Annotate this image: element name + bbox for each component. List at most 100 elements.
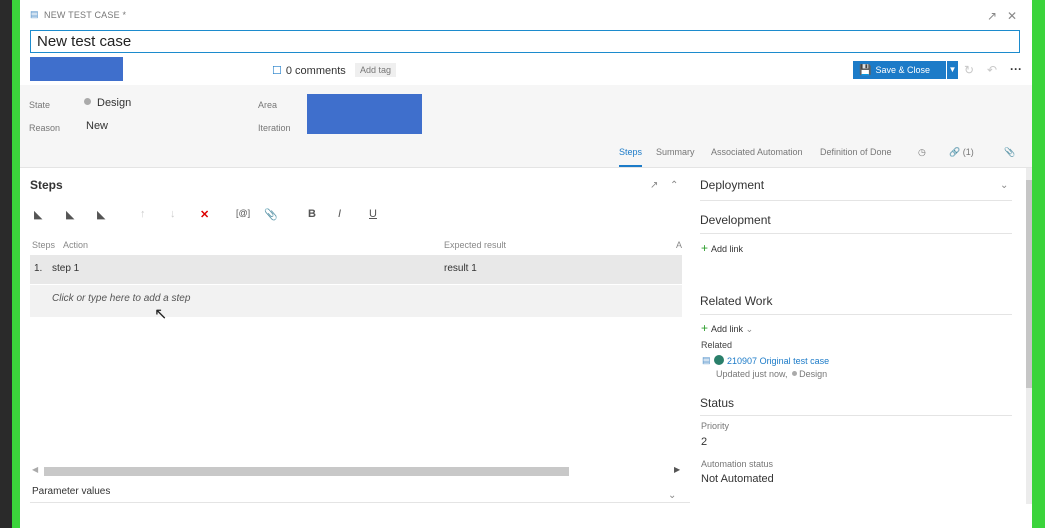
step-action[interactable]: step 1 xyxy=(52,263,79,274)
parameter-expand-icon[interactable]: ⌄ xyxy=(668,490,676,501)
tab-associated-automation[interactable]: Associated Automation xyxy=(711,145,803,165)
insert-shared-step-icon[interactable]: ◣ xyxy=(66,208,74,221)
scrollbar-thumb[interactable] xyxy=(44,467,569,476)
col-expected-result: Expected result xyxy=(444,240,507,250)
comment-icon: ☐ xyxy=(272,65,282,77)
related-label: Related xyxy=(701,340,733,350)
insert-step-icon[interactable]: ◣ xyxy=(34,208,42,221)
collapse-icon[interactable]: ⌃ xyxy=(670,180,678,191)
right-vertical-scrollbar[interactable] xyxy=(1026,168,1032,504)
avatar xyxy=(714,355,724,365)
create-shared-step-icon[interactable]: ◣ xyxy=(97,208,105,221)
add-step-row[interactable]: Click or type here to add a step xyxy=(30,285,682,317)
add-tag-button[interactable]: Add tag xyxy=(355,63,397,77)
add-link-label: Add link xyxy=(711,244,744,254)
more-actions-button[interactable]: ··· xyxy=(1008,61,1024,77)
related-item-id: 210907 xyxy=(727,356,758,366)
state-field[interactable]: Design xyxy=(84,97,131,109)
underline-icon[interactable]: U xyxy=(369,208,377,220)
attachment-icon[interactable]: 📎 xyxy=(264,208,278,221)
redacted-area-iteration[interactable] xyxy=(307,94,422,134)
save-close-button[interactable]: 💾 Save & Close xyxy=(853,61,946,79)
development-add-link[interactable]: + Add link xyxy=(701,241,743,255)
tab-steps[interactable]: Steps xyxy=(619,145,643,167)
state-dot-icon xyxy=(84,98,91,105)
reason-label: Reason xyxy=(29,123,61,133)
insert-parameter-icon[interactable]: [@] xyxy=(236,208,250,218)
parameter-values-title[interactable]: Parameter values xyxy=(32,486,110,497)
related-add-link[interactable]: + Add link ⌄ xyxy=(701,321,753,335)
comments-link[interactable]: ☐ 0 comments xyxy=(272,64,346,77)
tab-history-icon[interactable]: ◷ xyxy=(918,145,926,165)
priority-field[interactable]: 2 xyxy=(701,436,707,448)
undo-icon[interactable]: ↶ xyxy=(984,62,1000,78)
save-close-label: Save & Close xyxy=(875,65,930,75)
deployment-title[interactable]: Deployment xyxy=(700,178,764,192)
move-up-icon[interactable]: ↑ xyxy=(140,208,146,220)
test-case-icon: ▤ xyxy=(702,355,711,365)
italic-icon[interactable]: I xyxy=(338,208,341,220)
add-step-placeholder[interactable]: Click or type here to add a step xyxy=(52,293,190,304)
divider xyxy=(700,233,1012,234)
automation-status-label: Automation status xyxy=(701,459,774,469)
refresh-icon[interactable]: ↻ xyxy=(961,62,977,78)
state-label: State xyxy=(29,100,51,110)
scroll-left-icon[interactable]: ◀ xyxy=(32,465,38,474)
dialog-title: NEW TEST CASE * xyxy=(44,10,127,20)
table-row[interactable]: 1. step 1 result 1 xyxy=(30,255,682,284)
left-background-frame xyxy=(0,0,20,528)
links-count: (1) xyxy=(962,147,974,157)
related-item-title: Original test case xyxy=(759,356,830,366)
divider xyxy=(700,200,1012,201)
related-item-updated: Updated just now, xyxy=(716,369,788,379)
move-down-icon[interactable]: ↓ xyxy=(170,208,176,220)
related-item-meta: Updated just now, Design xyxy=(716,369,827,379)
scrollbar-thumb[interactable] xyxy=(1026,180,1032,388)
col-attachments: A xyxy=(676,240,683,250)
redacted-assignee[interactable] xyxy=(30,57,123,81)
col-action: Action xyxy=(63,240,89,250)
related-work-title: Related Work xyxy=(700,294,773,308)
step-number: 1. xyxy=(34,263,43,274)
right-background-frame xyxy=(1032,0,1045,528)
scroll-right-icon[interactable]: ▶ xyxy=(674,465,680,474)
plus-icon: + xyxy=(701,321,709,335)
divider xyxy=(700,314,1012,315)
steps-title: Steps xyxy=(30,178,63,192)
tab-summary[interactable]: Summary xyxy=(656,145,695,165)
work-item-title-input[interactable]: New test case xyxy=(30,30,1020,53)
delete-step-icon[interactable]: ✕ xyxy=(200,208,209,221)
plus-icon: + xyxy=(701,241,709,255)
work-item-dialog: ▤ NEW TEST CASE * ↗ ✕ New test case ☐ 0 c… xyxy=(20,0,1032,528)
steps-horizontal-scrollbar[interactable]: ◀ ▶ xyxy=(32,465,684,477)
state-dot-icon xyxy=(792,371,798,376)
expand-icon[interactable]: ↗ xyxy=(650,180,658,191)
restore-icon[interactable]: ↗ xyxy=(984,8,1000,24)
state-value: Design xyxy=(97,97,132,109)
title-bar: ▤ NEW TEST CASE * ↗ ✕ xyxy=(20,0,1032,30)
area-label: Area xyxy=(258,100,278,110)
tab-attachments-icon[interactable]: 📎 xyxy=(1004,145,1015,165)
automation-status-field[interactable]: Not Automated xyxy=(701,473,774,485)
bold-icon[interactable]: B xyxy=(308,208,316,220)
test-case-icon: ▤ xyxy=(30,9,39,19)
mouse-cursor-icon: ↖ xyxy=(154,306,168,323)
save-dropdown-button[interactable]: ▼ xyxy=(947,61,958,79)
related-item-link[interactable]: 210907 Original test case xyxy=(727,356,829,366)
reason-field[interactable]: New xyxy=(86,120,108,132)
iteration-label: Iteration xyxy=(258,123,291,133)
status-title: Status xyxy=(700,396,735,410)
add-link-label: Add link xyxy=(711,324,744,334)
step-expected[interactable]: result 1 xyxy=(444,263,477,274)
save-icon: 💾 xyxy=(859,65,872,76)
close-icon[interactable]: ✕ xyxy=(1004,8,1020,24)
col-steps: Steps xyxy=(32,240,56,250)
deployment-chevron-icon[interactable]: ⌄ xyxy=(1000,180,1008,191)
link-icon: 🔗 xyxy=(949,147,961,157)
priority-label: Priority xyxy=(701,421,730,431)
tab-links[interactable]: 🔗 (1) xyxy=(949,145,974,165)
tab-definition-of-done[interactable]: Definition of Done xyxy=(820,145,892,165)
divider xyxy=(700,415,1012,416)
comments-count: 0 comments xyxy=(285,65,346,77)
divider xyxy=(30,502,690,503)
